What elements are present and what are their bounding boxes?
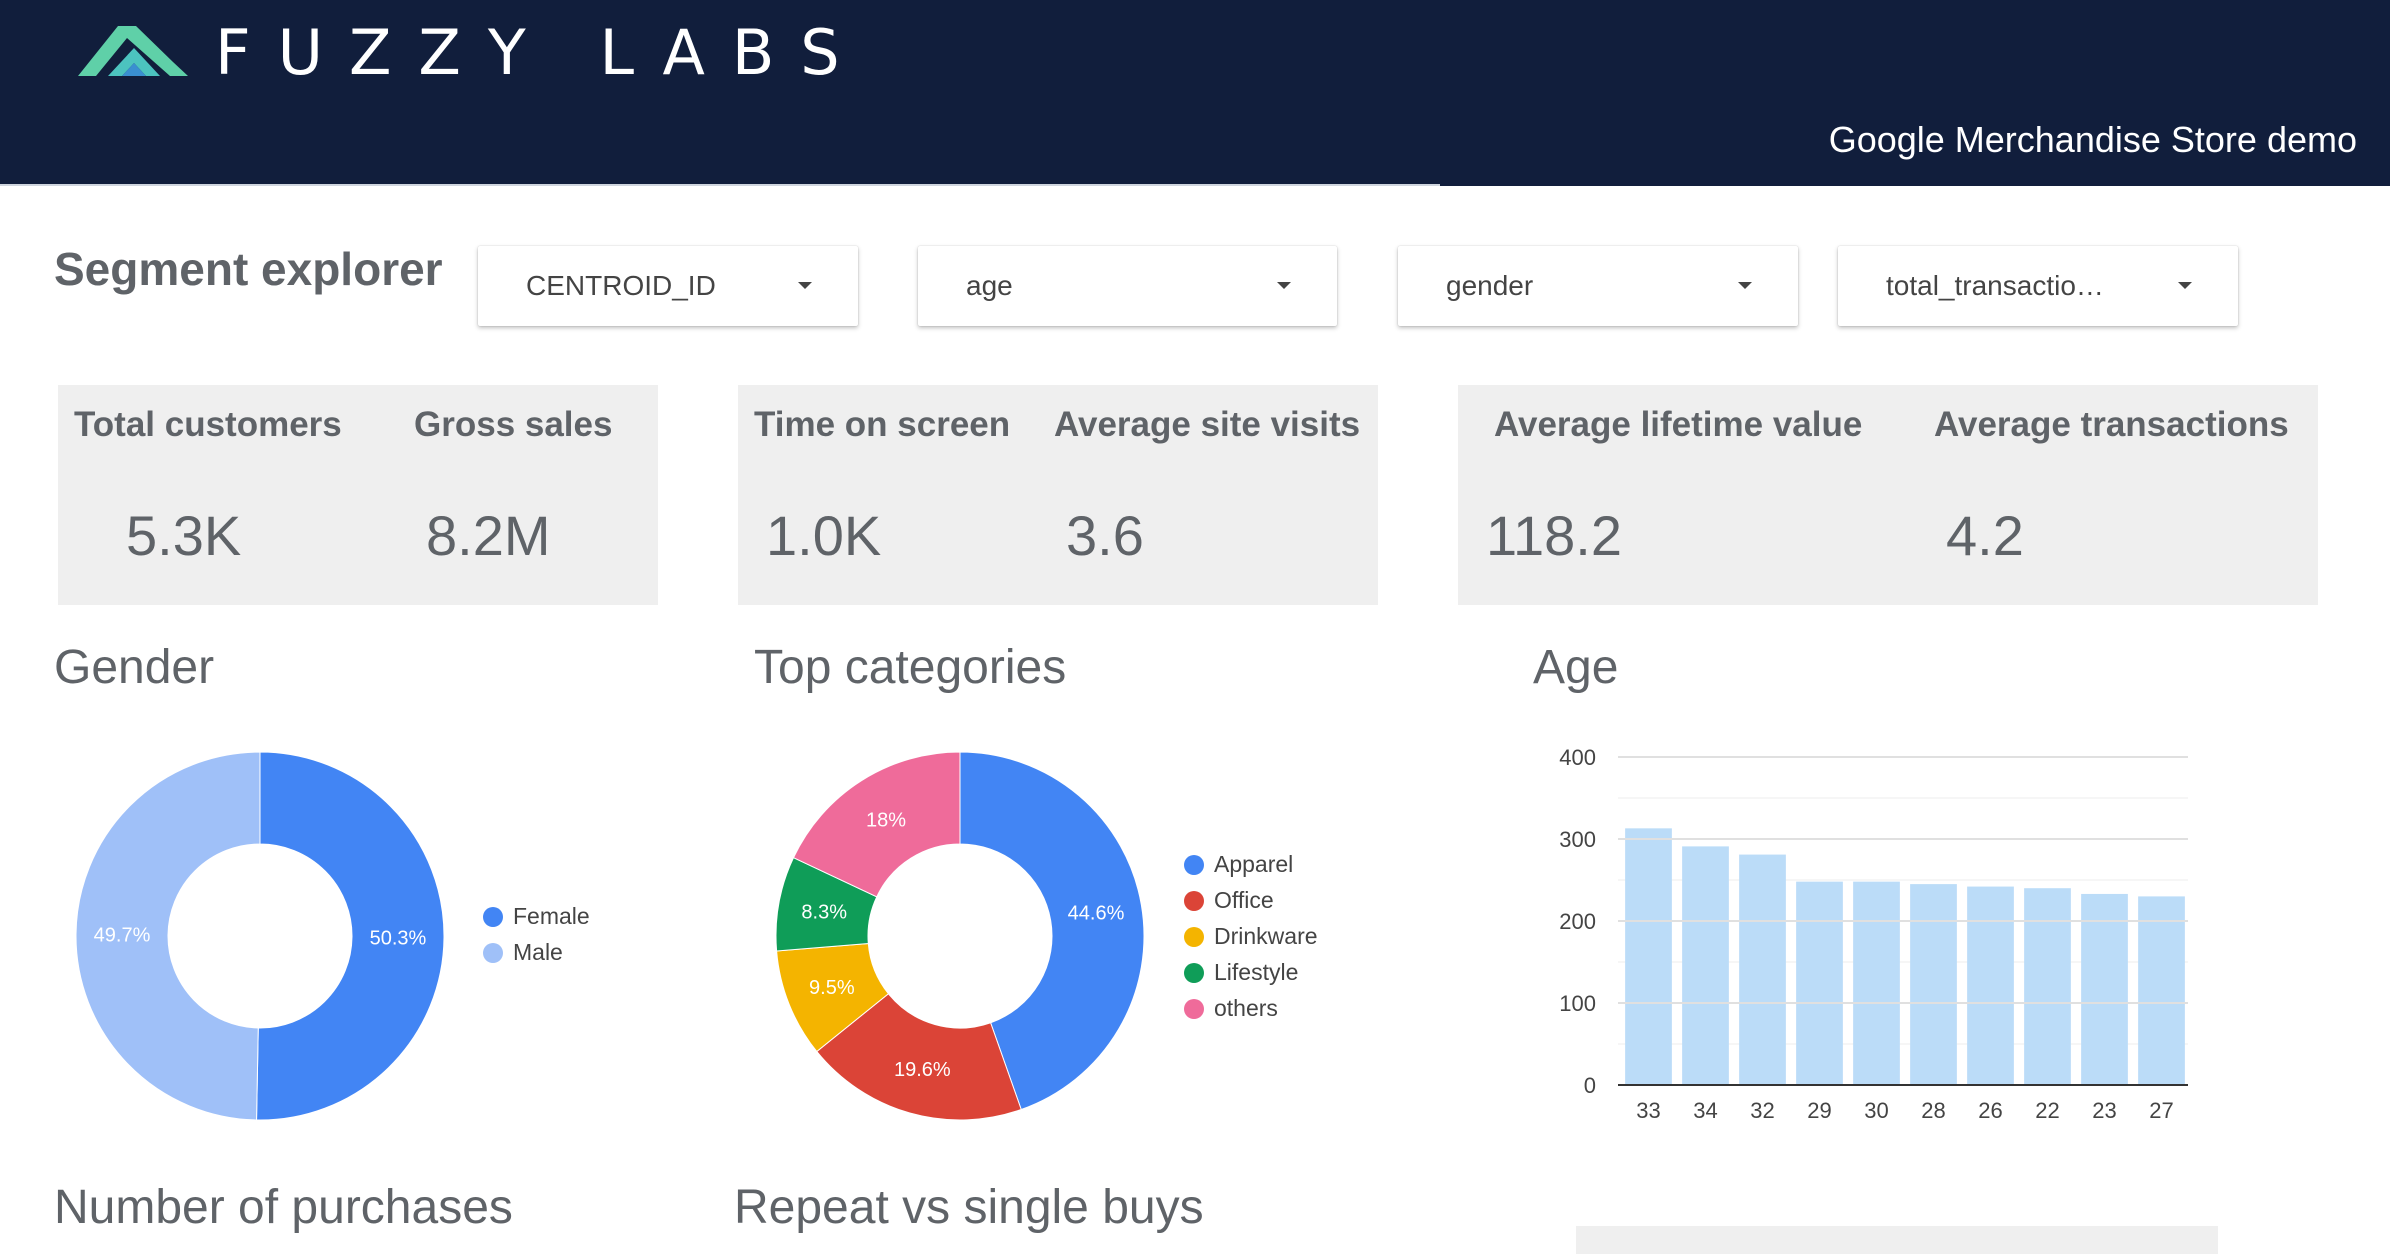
gender-dropdown[interactable]: gender	[1398, 246, 1798, 326]
age-bar-chart: 0 100 200 300 400 33 34 32 29 30 28 26 22 23 27	[1559, 745, 2188, 1123]
legend-item-office[interactable]: Office	[1184, 887, 1274, 914]
age-bar-28[interactable]	[1910, 884, 1957, 1085]
x-tick-label: 33	[1636, 1098, 1660, 1123]
y-tick-label: 100	[1559, 991, 1596, 1016]
avg-transactions-label: Average transactions	[1934, 405, 2289, 444]
x-tick-label: 30	[1864, 1098, 1888, 1123]
kpi-card-value: Average lifetime value 118.2 Average tra…	[1458, 385, 2318, 605]
caret-down-icon	[2178, 282, 2192, 289]
legend-swatch	[483, 942, 503, 963]
legend-swatch	[1184, 962, 1204, 983]
legend-item-female[interactable]: Female	[483, 903, 590, 930]
time-on-screen-value: 1.0K	[766, 504, 882, 567]
legend-item-male[interactable]: Male	[483, 939, 563, 966]
bottom-kpi-card	[1576, 1226, 2218, 1254]
avg-lifetime-value-label: Average lifetime value	[1494, 405, 1863, 444]
legend-label: Office	[1214, 887, 1274, 913]
time-on-screen-label: Time on screen	[754, 405, 1011, 444]
x-tick-label: 28	[1921, 1098, 1945, 1123]
age-bar-26[interactable]	[1967, 886, 2014, 1085]
gross-sales-label: Gross sales	[414, 405, 613, 444]
avg-site-visits-value: 3.6	[1066, 504, 1144, 567]
y-tick-label: 300	[1559, 827, 1596, 852]
age-dropdown[interactable]: age	[918, 246, 1337, 326]
x-tick-label: 32	[1750, 1098, 1774, 1123]
x-tick-label: 26	[1978, 1098, 2002, 1123]
kpi-card-engagement: Time on screen 1.0K Average site visits …	[738, 385, 1378, 605]
age-bar-30[interactable]	[1853, 881, 1900, 1085]
avg-transactions-value: 4.2	[1946, 504, 2024, 567]
legend-item-others[interactable]: others	[1184, 995, 1278, 1022]
categories-donut-chart: 44.6% 19.6% 9.5% 8.3% 18%	[775, 751, 1145, 1121]
total-transactions-dropdown[interactable]: total_transactio…	[1838, 246, 2238, 326]
y-tick-label: 0	[1584, 1073, 1596, 1098]
age-bar-29[interactable]	[1796, 881, 1843, 1085]
legend-swatch	[1184, 926, 1204, 947]
avg-site-visits-label: Average site visits	[1054, 405, 1361, 444]
legend-label: Male	[513, 939, 563, 965]
legend-label: others	[1214, 995, 1278, 1021]
legend-swatch	[1184, 998, 1204, 1019]
x-tick-label: 29	[1807, 1098, 1831, 1123]
legend-label: Apparel	[1214, 851, 1294, 877]
dropdown-label: CENTROID_ID	[526, 270, 716, 301]
top-categories-section-title: Top categories	[754, 641, 1067, 694]
y-tick-label: 200	[1559, 909, 1596, 934]
avg-lifetime-value-value: 118.2	[1486, 504, 1622, 567]
legend-label: Lifestyle	[1214, 959, 1299, 985]
x-tick-label: 34	[1693, 1098, 1717, 1123]
legend-swatch	[1184, 890, 1204, 911]
brand-name: FUZZY LABS	[215, 16, 867, 89]
legend-swatch	[483, 906, 503, 927]
repeat-section-title: Repeat vs single buys	[734, 1181, 1204, 1234]
age-bar-22[interactable]	[2024, 888, 2071, 1085]
category-slice-label: 44.6%	[1068, 903, 1125, 925]
category-slice-label: 18%	[866, 809, 906, 831]
category-slice-label: 19.6%	[894, 1059, 951, 1081]
report-subtitle: Google Merchandise Store demo	[1828, 119, 2357, 160]
gender-donut-chart: 50.3% 49.7%	[75, 751, 445, 1121]
x-tick-label: 23	[2092, 1098, 2116, 1123]
x-tick-label: 22	[2035, 1098, 2059, 1123]
category-slice-label: 9.5%	[809, 977, 855, 999]
purchases-section-title: Number of purchases	[54, 1181, 513, 1234]
dropdown-label: gender	[1446, 270, 1534, 301]
total-customers-value: 5.3K	[126, 504, 242, 567]
age-bar-27[interactable]	[2138, 896, 2185, 1085]
legend-label: Drinkware	[1214, 923, 1318, 949]
legend-item-drinkware[interactable]: Drinkware	[1184, 923, 1318, 950]
header-divider	[0, 184, 1440, 186]
centroid-id-dropdown[interactable]: CENTROID_ID	[478, 246, 858, 326]
total-customers-label: Total customers	[74, 405, 342, 444]
age-section-title: Age	[1533, 641, 1619, 694]
legend-item-lifestyle[interactable]: Lifestyle	[1184, 959, 1298, 986]
fuzzy-labs-logo-icon	[78, 26, 188, 76]
age-bar-23[interactable]	[2081, 893, 2128, 1085]
dropdown-label: total_transactio…	[1886, 270, 2104, 301]
header-bar: FUZZY LABS Google Merchandise Store demo	[0, 0, 2390, 186]
caret-down-icon	[1738, 282, 1752, 289]
caret-down-icon	[1277, 282, 1291, 289]
age-bar-34[interactable]	[1682, 846, 1729, 1085]
page-title: Segment explorer	[54, 243, 443, 295]
legend-label: Female	[513, 903, 590, 929]
legend-item-apparel[interactable]: Apparel	[1184, 851, 1293, 878]
dropdown-label: age	[966, 270, 1013, 301]
category-slice-label: 8.3%	[801, 901, 847, 923]
gross-sales-value: 8.2M	[426, 504, 551, 567]
kpi-card-customers-sales: Total customers 5.3K Gross sales 8.2M	[58, 385, 658, 605]
caret-down-icon	[798, 282, 812, 289]
legend-swatch	[1184, 854, 1204, 875]
gender-section-title: Gender	[54, 641, 215, 694]
age-bar-32[interactable]	[1739, 854, 1786, 1085]
y-tick-label: 400	[1559, 745, 1596, 770]
x-tick-label: 27	[2149, 1098, 2173, 1123]
gender-slice-label: 50.3%	[370, 927, 427, 949]
gender-slice-label: 49.7%	[94, 925, 151, 947]
age-bar-33[interactable]	[1625, 828, 1672, 1085]
